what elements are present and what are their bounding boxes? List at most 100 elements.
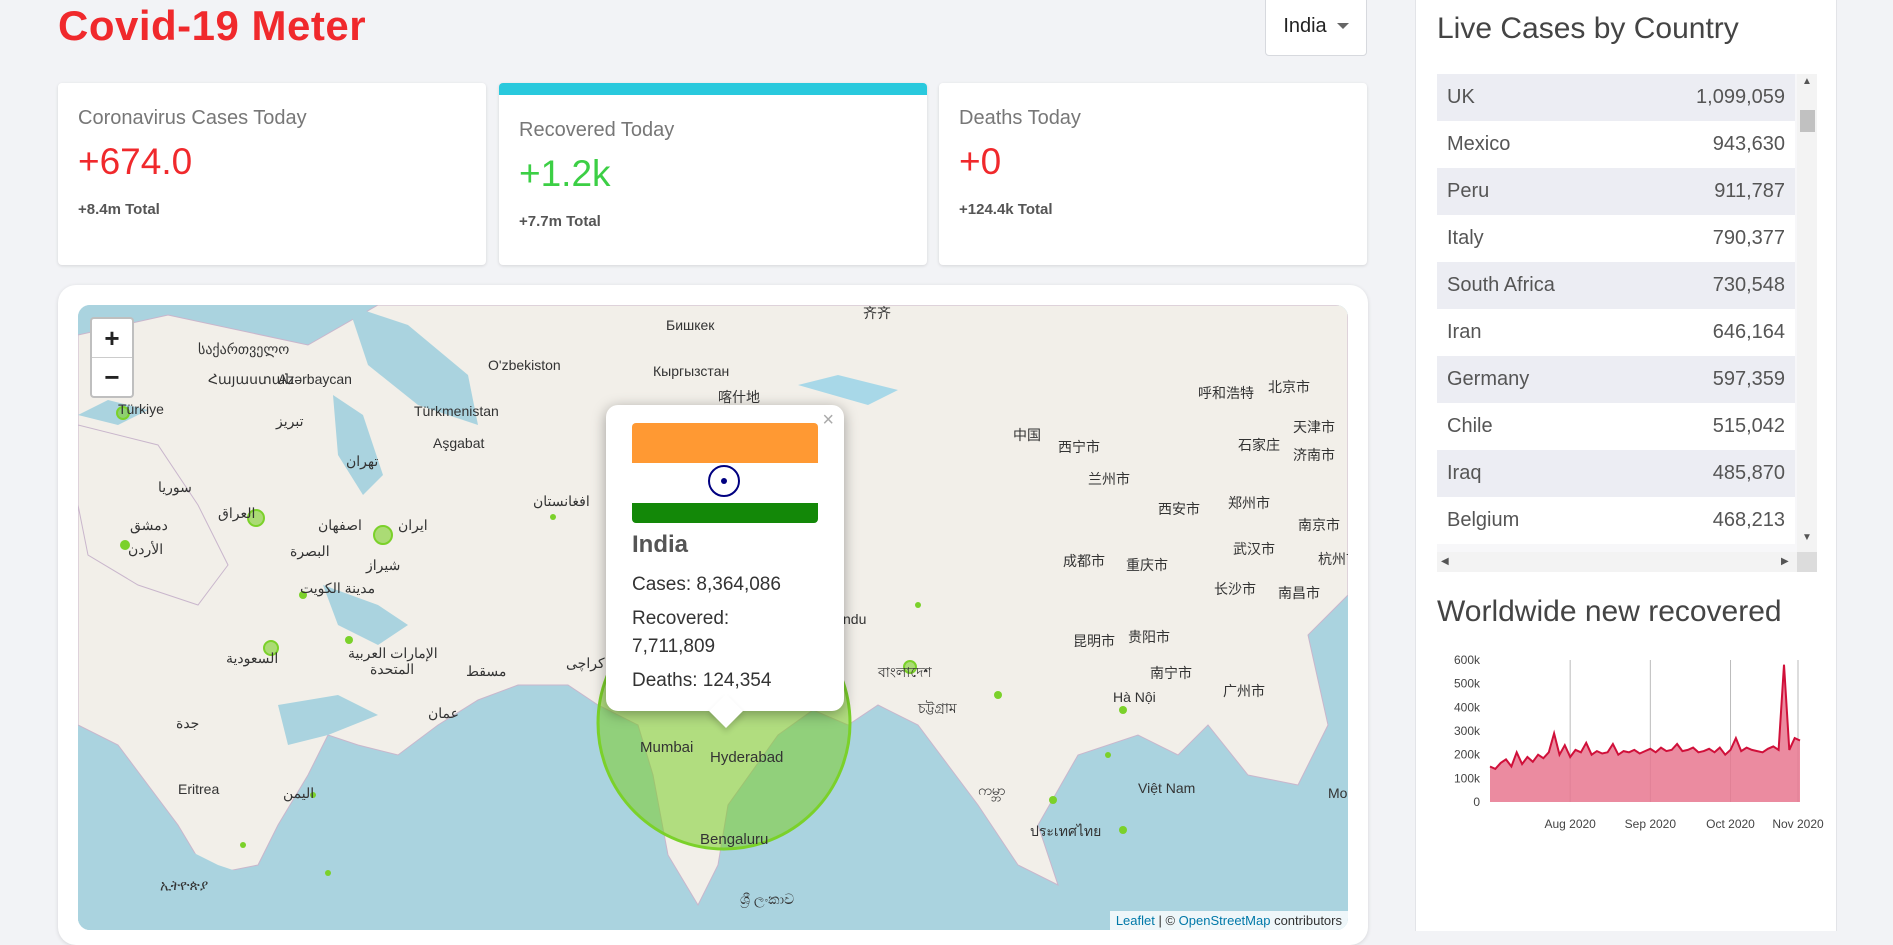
map-label: 郑州市 [1228,495,1270,511]
scrollbar-thumb[interactable] [1800,110,1815,132]
map-label: افغانستان [533,493,590,509]
map-label: 贵阳市 [1128,629,1170,645]
map-label: O'zbekiston [488,357,561,373]
popup-deaths: Deaths: 124,354 [632,670,772,691]
card-deaths-today[interactable]: Deaths Today +0 +124.4k Total [939,83,1367,265]
map-label: বাংলাদেশ [878,664,932,680]
map-label: اليمن [283,785,315,801]
map-label: Mumbai [640,739,694,756]
map-label: 天津市 [1293,419,1335,435]
map-label: Bengaluru [700,831,769,848]
map-label: ประเทศไทย [1030,823,1102,839]
map-label: 武汉市 [1233,541,1275,557]
map-label: شیراز [366,557,401,573]
x-tick-label: Aug 2020 [1544,817,1596,831]
map-label: 成都市 [1063,553,1105,569]
map-label: جدة [176,715,200,731]
x-tick-label: Nov 2020 [1772,817,1824,831]
map-label: საქართველო [198,341,290,357]
live-cases-table[interactable]: UK 1,099,059 Mexico 943,630 Peru 911,787 It… [1437,74,1817,572]
map-label: 杭州市 [1318,551,1348,567]
vertical-scrollbar[interactable]: ▲ ▼ [1797,74,1817,552]
map-label: Hà Nội [1113,689,1156,705]
card-value: +1.2k [519,153,611,194]
map-label: 重庆市 [1126,557,1168,573]
map-label: السعودية [226,650,279,666]
map-label: Türkmenistan [414,403,499,419]
y-tick-label: 600k [1454,653,1481,667]
map-label: البصرة [290,543,330,559]
map-label: 中国 [1013,427,1041,443]
popup-recovered-label: Recovered: [632,608,730,629]
live-cases-title: Live Cases by Country [1437,12,1739,45]
chart-title: Worldwide new recovered [1437,595,1782,628]
map-label: Aşgabat [433,435,485,451]
world-map[interactable]: + − Бишкек 齐齐 საქართველო Հայաստան Azərba… [78,305,1348,930]
close-icon[interactable]: × [822,409,834,432]
map-label: ndu [843,611,867,627]
map-label: دمشق [130,517,168,533]
map-label: 呼和浩特 [1198,385,1254,401]
map-label: 齐齐 [863,305,891,321]
map-label: 昆明市 [1073,633,1115,649]
osm-link[interactable]: OpenStreetMap [1179,913,1271,928]
map-label: الإمارات العربية [348,645,438,661]
card-total: +124.4k Total [959,201,1053,218]
country-select[interactable]: India [1265,0,1367,56]
india-flag [632,423,818,523]
card-label: Deaths Today [959,107,1081,129]
map-label: سوريا [158,479,192,495]
map-label: 南昌市 [1278,585,1320,601]
card-recovered-today[interactable]: Recovered Today +1.2k +7.7m Total [499,83,927,265]
map-label: Бишкек [666,317,715,333]
map-label: كراچی [566,655,605,671]
y-tick-label: 500k [1454,677,1481,691]
map-label: 南京市 [1298,517,1340,533]
popup-country-name: India [632,531,689,558]
map-label: ශ්‍රී ලංකාව [740,891,795,907]
card-label: Coronavirus Cases Today [78,107,307,129]
map-label: Mo [1328,785,1348,801]
table-row: Mexico 943,630 [1437,121,1795,168]
card-cases-today[interactable]: Coronavirus Cases Today +674.0 +8.4m Tot… [58,83,486,265]
table-row: Chile 515,042 [1437,403,1795,450]
recovered-chart[interactable]: 0 100k 200k 300k 400k 500k 600k Aug 2020 Sep 202… [1430,645,1830,845]
map-label: 西宁市 [1058,439,1100,455]
horizontal-scrollbar[interactable]: ◀ ▶ [1437,552,1797,572]
x-tick-label: Sep 2020 [1625,817,1677,831]
table-row: Germany 597,359 [1437,356,1795,403]
map-label: عمان [428,705,459,721]
map-label: ကမ္ဘာ [978,782,1006,798]
leaflet-link[interactable]: Leaflet [1116,913,1155,928]
zoom-in-button[interactable]: + [92,319,132,358]
map-label: 济南市 [1293,447,1335,463]
map-label: العراق [218,505,256,521]
map-label: 长沙市 [1214,581,1256,597]
map-label: 北京市 [1268,379,1310,395]
map-label: تبریز [276,413,304,429]
map-panel: + − Бишкек 齐齐 საქართველო Հայաստան Azərba… [58,285,1368,945]
map-label: Кыргызстан [653,363,730,379]
y-tick-label: 400k [1454,700,1481,714]
table-row: Belgium 468,213 [1437,497,1795,544]
popup-cases: Cases: 8,364,086 [632,574,781,595]
table-row: Iran 646,164 [1437,309,1795,356]
scroll-down-icon[interactable]: ▼ [1802,532,1812,543]
scroll-right-icon[interactable]: ▶ [1781,556,1789,567]
scroll-left-icon[interactable]: ◀ [1441,556,1449,567]
country-select-value: India [1283,14,1327,37]
table-row: Peru 911,787 [1437,168,1795,215]
map-label: المتحدة [370,661,415,677]
map-label: Türkiye [118,401,164,417]
map-label: 石家庄 [1238,437,1280,453]
popup-recovered-value: 7,711,809 [632,636,716,657]
map-label: 南宁市 [1150,665,1192,681]
y-tick-label: 200k [1454,748,1481,762]
zoom-out-button[interactable]: − [92,358,132,396]
scroll-up-icon[interactable]: ▲ [1802,76,1812,87]
map-label: ایران [398,517,428,533]
card-total: +7.7m Total [519,213,601,230]
right-panel: Live Cases by Country UK 1,099,059 Mexico… [1415,0,1837,931]
map-label: اصفهان [318,517,362,533]
map-label: 喀什地 [718,389,760,405]
